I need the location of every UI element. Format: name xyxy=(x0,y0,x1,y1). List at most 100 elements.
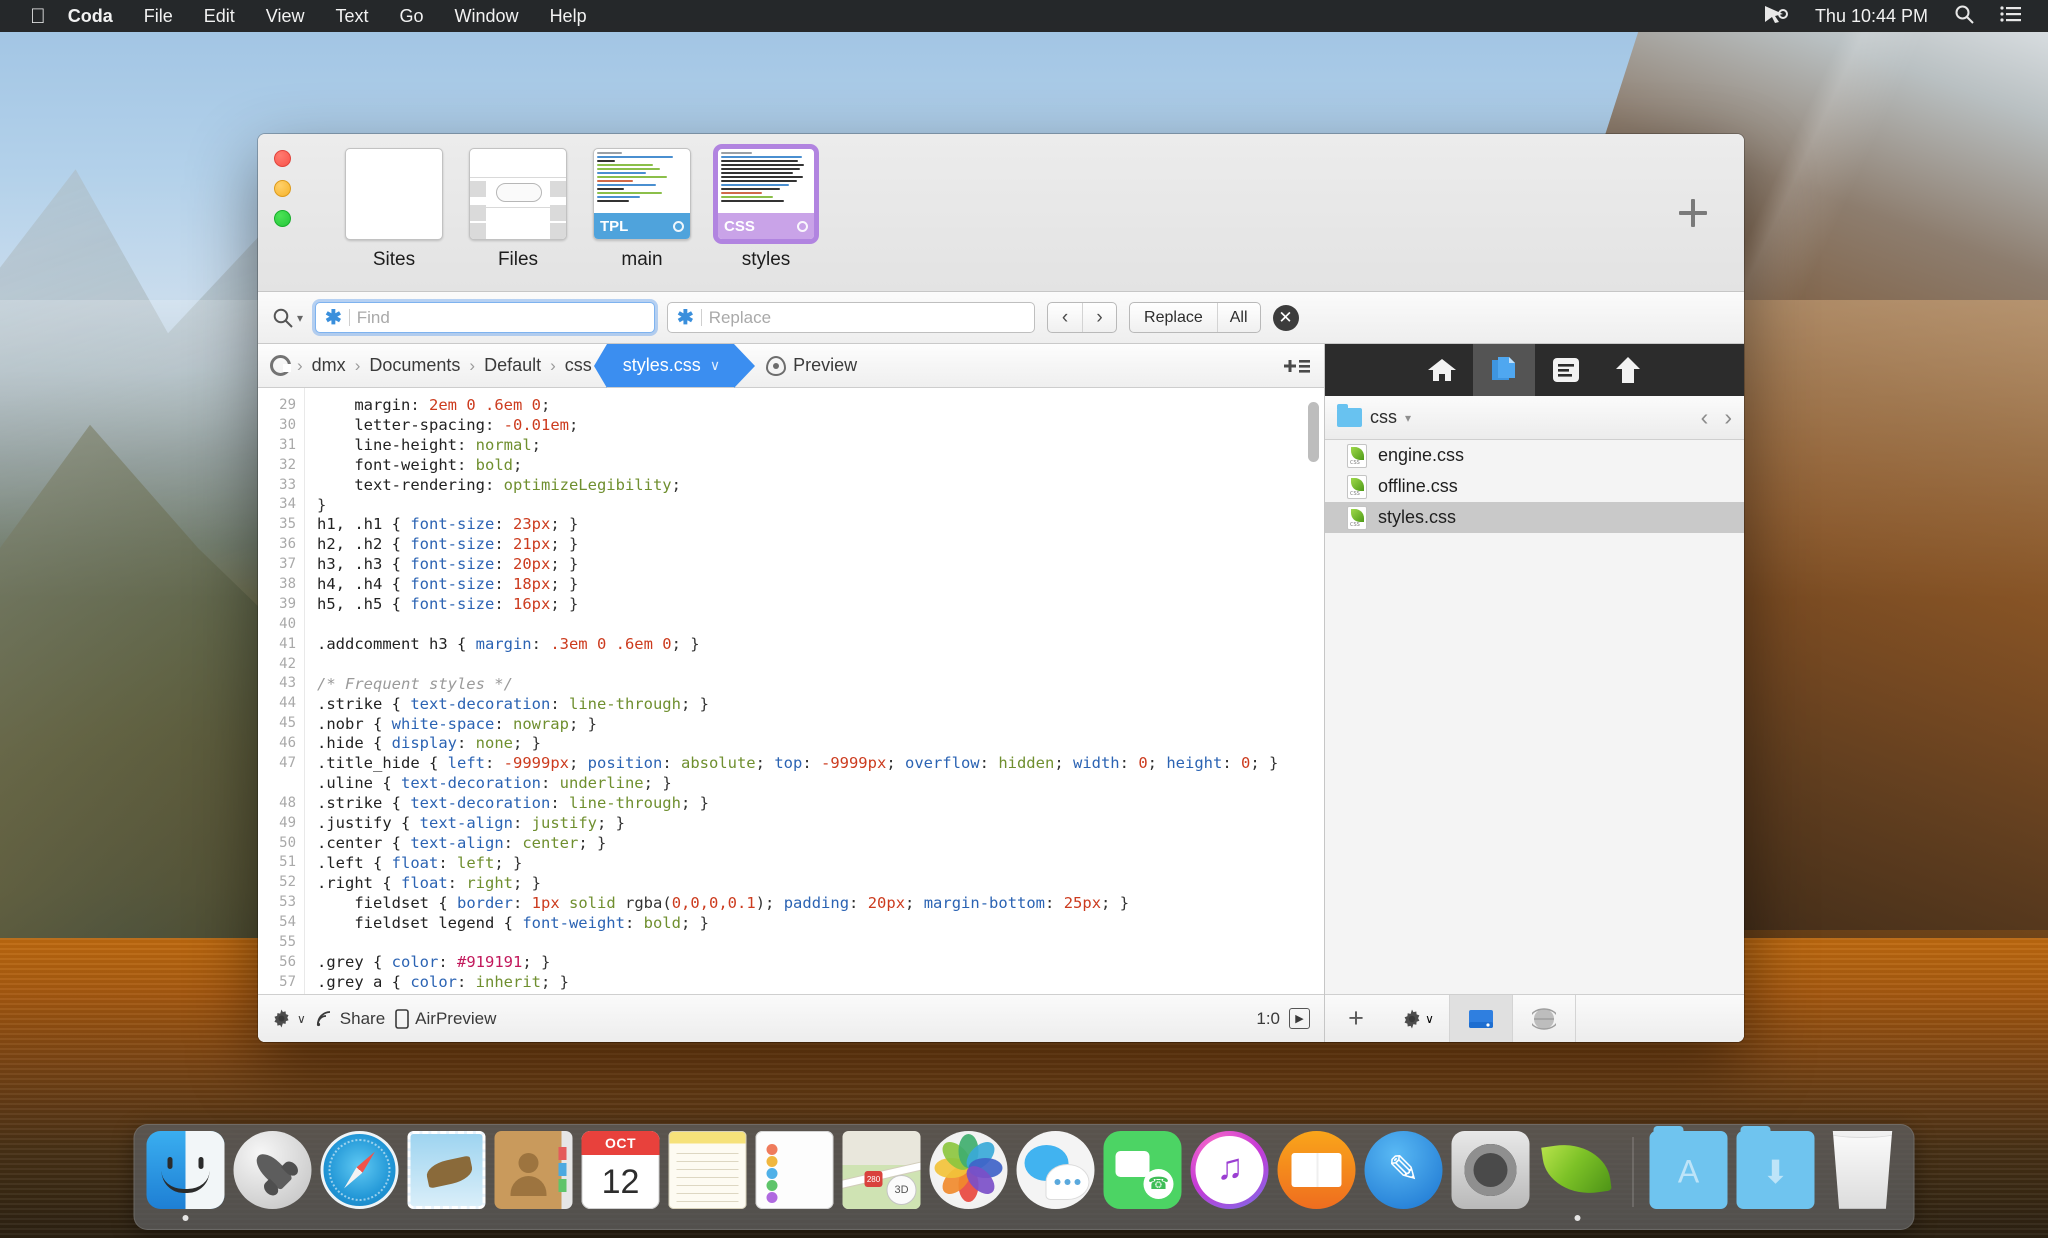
airpreview-button[interactable]: AirPreview xyxy=(395,1009,496,1029)
breadcrumb-item-active-file[interactable]: styles.css ∨ xyxy=(607,344,734,387)
breadcrumb-item-dmx[interactable]: dmx xyxy=(303,355,355,376)
dock-item-launchpad[interactable] xyxy=(234,1131,312,1221)
dock-item-notes[interactable] xyxy=(669,1131,747,1221)
zoom-window-button[interactable] xyxy=(274,210,291,227)
dock-item-finder[interactable] xyxy=(147,1131,225,1221)
sidebar-back-button[interactable]: ‹ xyxy=(1701,404,1709,431)
finder-icon[interactable] xyxy=(147,1131,225,1209)
add-split-icon[interactable] xyxy=(1280,356,1310,376)
facetime-icon[interactable]: ☎ xyxy=(1104,1131,1182,1209)
add-tab-button[interactable] xyxy=(1676,196,1710,230)
folder-downloads-icon[interactable]: ⬇ xyxy=(1737,1131,1815,1209)
folder-applications-icon[interactable]: A xyxy=(1650,1131,1728,1209)
run-preview-icon[interactable]: ▶ xyxy=(1289,1008,1310,1029)
contacts-icon[interactable] xyxy=(495,1131,573,1209)
dock-item-maps[interactable]: 2803D xyxy=(843,1131,921,1221)
menu-item-view[interactable]: View xyxy=(266,6,305,27)
asterisk-wildcard-icon-replace[interactable]: ✱ xyxy=(677,308,694,328)
breadcrumb-item-documents[interactable]: Documents xyxy=(360,355,469,376)
dock-item-app-store[interactable]: ✎ xyxy=(1365,1131,1443,1221)
code-text-area[interactable]: margin: 2em 0 .6em 0; letter-spacing: -0… xyxy=(304,388,1324,994)
messages-icon[interactable] xyxy=(1017,1131,1095,1209)
preview-toggle[interactable]: Preview xyxy=(766,355,857,376)
sidebar-forward-button[interactable]: › xyxy=(1724,404,1732,431)
sidebar-tab-outline[interactable] xyxy=(1535,344,1597,396)
sidebar-gear-button[interactable]: ∨ xyxy=(1387,995,1449,1042)
dock-item-safari[interactable] xyxy=(321,1131,399,1221)
menu-item-window[interactable]: Window xyxy=(455,6,519,27)
tab-sites[interactable]: Sites xyxy=(344,148,444,271)
menu-item-text[interactable]: Text xyxy=(336,6,369,27)
launch-icon[interactable] xyxy=(234,1131,312,1209)
editor-vertical-scrollbar[interactable] xyxy=(1308,402,1319,462)
syspref-icon[interactable] xyxy=(1452,1131,1530,1209)
ibooks-icon[interactable] xyxy=(1278,1131,1356,1209)
find-field-wrapper[interactable]: ✱ xyxy=(315,302,655,333)
chevron-down-icon-sidebar[interactable]: ▾ xyxy=(1405,411,1411,425)
find-next-button[interactable]: › xyxy=(1082,303,1116,332)
sidebar-tab-files[interactable] xyxy=(1473,344,1535,396)
sidebar-file-row[interactable]: CSSstyles.css xyxy=(1325,502,1744,533)
notification-center-icon[interactable] xyxy=(2000,5,2022,28)
tab-main[interactable]: TPL main xyxy=(592,148,692,271)
menu-item-go[interactable]: Go xyxy=(400,6,424,27)
find-input[interactable] xyxy=(357,308,645,328)
dock-item-ibooks[interactable] xyxy=(1278,1131,1356,1221)
breadcrumb-item-default[interactable]: Default xyxy=(475,355,550,376)
dock-item-trash[interactable] xyxy=(1824,1131,1902,1221)
sidebar-remote-button[interactable] xyxy=(1513,995,1575,1042)
replace-all-button[interactable]: All xyxy=(1217,303,1260,332)
replace-field-wrapper[interactable]: ✱ xyxy=(667,302,1035,333)
spotlight-search-icon[interactable] xyxy=(1954,4,1974,29)
dock-item-facetime[interactable]: ☎ xyxy=(1104,1131,1182,1221)
sidebar-tab-upload[interactable] xyxy=(1597,344,1659,396)
maps-icon[interactable]: 2803D xyxy=(843,1131,921,1209)
code-editor[interactable]: 29303132333435363738394041424344454647.4… xyxy=(258,388,1324,994)
dock-item-reminders[interactable] xyxy=(756,1131,834,1221)
sidebar-folder-name[interactable]: css xyxy=(1370,407,1397,428)
sidebar-add-button[interactable]: + xyxy=(1325,995,1387,1042)
share-button[interactable]: Share xyxy=(316,1009,385,1029)
close-window-button[interactable] xyxy=(274,150,291,167)
itunes-icon[interactable]: ♫ xyxy=(1191,1131,1269,1209)
cal-icon[interactable]: OCT12 xyxy=(582,1131,660,1209)
menu-item-help[interactable]: Help xyxy=(550,6,587,27)
mail-icon[interactable] xyxy=(408,1131,486,1209)
menu-bar-clock[interactable]: Thu 10:44 PM xyxy=(1815,6,1928,27)
dock-item-downloads[interactable]: ⬇ xyxy=(1737,1131,1815,1221)
coda-site-icon[interactable] xyxy=(270,355,291,376)
editor-gear-button[interactable]: ∨ xyxy=(272,1009,306,1028)
safari-icon[interactable] xyxy=(321,1131,399,1209)
menu-item-edit[interactable]: Edit xyxy=(204,6,235,27)
find-previous-button[interactable]: ‹ xyxy=(1048,303,1082,332)
replace-button[interactable]: Replace xyxy=(1130,303,1217,332)
dock-item-coda[interactable] xyxy=(1539,1131,1617,1221)
tab-files[interactable]: Files xyxy=(468,148,568,271)
sidebar-local-button[interactable] xyxy=(1450,995,1512,1042)
coda-icon[interactable] xyxy=(1539,1131,1617,1209)
tab-styles[interactable]: CSS styles xyxy=(716,148,816,271)
dock-item-calendar[interactable]: OCT12 xyxy=(582,1131,660,1221)
trash-icon[interactable] xyxy=(1824,1131,1902,1209)
asterisk-wildcard-icon[interactable]: ✱ xyxy=(325,308,342,328)
photos-icon[interactable] xyxy=(930,1131,1008,1209)
dock-item-mail[interactable] xyxy=(408,1131,486,1221)
sidebar-tab-home[interactable] xyxy=(1411,344,1473,396)
sidebar-file-row[interactable]: CSSengine.css xyxy=(1325,440,1744,471)
close-find-bar-button[interactable]: ✕ xyxy=(1273,305,1299,331)
menu-item-coda[interactable]: Coda xyxy=(68,6,113,27)
reminders-icon[interactable] xyxy=(756,1131,834,1209)
dock-item-messages[interactable] xyxy=(1017,1131,1095,1221)
menu-item-file[interactable]: File xyxy=(144,6,173,27)
search-options-button[interactable]: ▾ xyxy=(272,307,303,329)
apple-logo-icon[interactable]:  xyxy=(30,6,46,27)
sidebar-file-row[interactable]: CSSoffline.css xyxy=(1325,471,1744,502)
appstore-icon[interactable]: ✎ xyxy=(1365,1131,1443,1209)
minimize-window-button[interactable] xyxy=(274,180,291,197)
dock-item-system-preferences[interactable] xyxy=(1452,1131,1530,1221)
dock-item-applications[interactable]: A xyxy=(1650,1131,1728,1221)
notes-icon[interactable] xyxy=(669,1131,747,1209)
dock-item-photos[interactable] xyxy=(930,1131,1008,1221)
dock-item-contacts[interactable] xyxy=(495,1131,573,1221)
dock-item-itunes[interactable]: ♫ xyxy=(1191,1131,1269,1221)
